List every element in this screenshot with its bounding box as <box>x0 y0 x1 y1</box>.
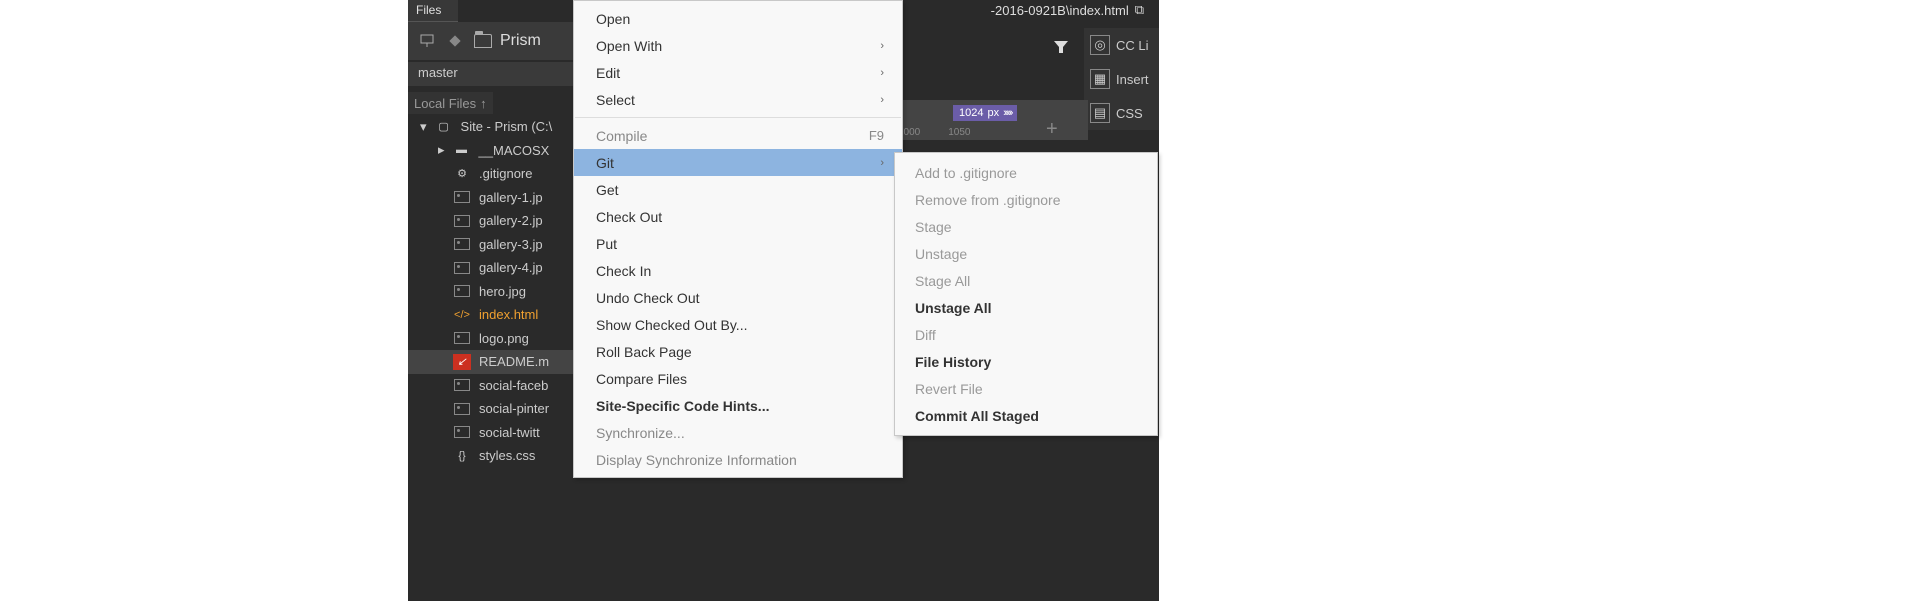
files-toolbar: Prism <box>408 22 573 60</box>
image-icon <box>453 377 471 393</box>
git-stage[interactable]: Stage <box>895 213 1157 240</box>
diamond-icon[interactable] <box>444 30 466 52</box>
chevron-right-icon: ▸ <box>438 142 445 158</box>
chevron-right-icon: › <box>880 67 884 79</box>
tree-file[interactable]: gallery-1.jp <box>408 186 573 210</box>
tree-file[interactable]: gallery-3.jp <box>408 233 573 257</box>
tree-file[interactable]: logo.png <box>408 327 573 351</box>
separator <box>575 117 901 118</box>
image-icon <box>453 213 471 229</box>
image-icon <box>453 330 471 346</box>
cm-edit[interactable]: Edit› <box>574 59 902 86</box>
site-name: Prism <box>500 32 541 50</box>
cm-undo-check-out[interactable]: Undo Check Out <box>574 284 902 311</box>
tree-file[interactable]: ⚙.gitignore <box>408 162 573 186</box>
cm-check-in[interactable]: Check In <box>574 257 902 284</box>
chevron-down-icon: ▾ <box>420 119 427 135</box>
git-submenu: Add to .gitignore Remove from .gitignore… <box>894 152 1158 436</box>
add-breakpoint-icon[interactable]: + <box>1046 118 1058 141</box>
image-icon <box>453 401 471 417</box>
insert-icon: ▦ <box>1090 69 1110 89</box>
image-icon <box>453 283 471 299</box>
cm-compile[interactable]: CompileF9 <box>574 122 902 149</box>
tree-file[interactable]: {}styles.css <box>408 444 573 468</box>
cm-open[interactable]: Open <box>574 5 902 32</box>
folder-icon: ▬ <box>453 142 471 158</box>
right-panel: ◎CC Li ▦Insert ▤CSS <box>1084 28 1159 130</box>
cm-get[interactable]: Get <box>574 176 902 203</box>
cm-display-sync-info[interactable]: Display Synchronize Information <box>574 446 902 473</box>
git-revert-file[interactable]: Revert File <box>895 375 1157 402</box>
folder-icon <box>472 30 494 52</box>
right-panel-css[interactable]: ▤CSS <box>1084 96 1159 130</box>
local-files-header[interactable]: Local Files ↑ <box>408 92 493 114</box>
file-tree: ▾ ▢ Site - Prism (C:\ ▸ ▬ __MACOSX ⚙.git… <box>408 115 573 468</box>
tree-file[interactable]: gallery-4.jp <box>408 256 573 280</box>
css-panel-icon: ▤ <box>1090 103 1110 123</box>
cm-compare-files[interactable]: Compare Files <box>574 365 902 392</box>
gear-file-icon: ⚙ <box>453 166 471 182</box>
tree-folder-macosx[interactable]: ▸ ▬ __MACOSX <box>408 139 573 163</box>
ruler-ticks: 1000 1050 <box>898 127 971 138</box>
chevron-right-icon: › <box>880 157 884 169</box>
tree-file[interactable]: social-faceb <box>408 374 573 398</box>
image-icon <box>453 260 471 276</box>
cm-site-hints[interactable]: Site-Specific Code Hints... <box>574 392 902 419</box>
git-remove-ignore[interactable]: Remove from .gitignore <box>895 186 1157 213</box>
chevron-right-icon: › <box>880 94 884 106</box>
git-unstage-all[interactable]: Unstage All <box>895 294 1157 321</box>
tree-file[interactable]: social-twitt <box>408 421 573 445</box>
connect-icon[interactable] <box>416 30 438 52</box>
right-panel-insert[interactable]: ▦Insert <box>1084 62 1159 96</box>
markdown-icon: ↙ <box>453 354 471 370</box>
cm-select[interactable]: Select› <box>574 86 902 113</box>
tree-file-readme[interactable]: ↙README.m <box>408 350 573 374</box>
git-branch[interactable]: master <box>408 62 573 86</box>
breakpoint-indicator[interactable]: 1024 px ››››› <box>953 105 1017 121</box>
tree-site-root[interactable]: ▾ ▢ Site - Prism (C:\ <box>408 115 573 139</box>
filter-icon[interactable] <box>1052 38 1070 61</box>
git-file-history[interactable]: File History <box>895 348 1157 375</box>
files-panel-tab[interactable]: Files <box>408 0 458 22</box>
cm-put[interactable]: Put <box>574 230 902 257</box>
image-icon <box>453 189 471 205</box>
app-window: Files Prism master Local Files ↑ ▾ ▢ Sit… <box>408 0 1159 601</box>
git-add-ignore[interactable]: Add to .gitignore <box>895 159 1157 186</box>
document-path: -2016-0921B\index.html ⧉ <box>991 2 1144 18</box>
close-document-icon[interactable]: ⧉ <box>1135 2 1144 18</box>
git-commit-staged[interactable]: Commit All Staged <box>895 402 1157 429</box>
git-diff[interactable]: Diff <box>895 321 1157 348</box>
html-icon: </> <box>453 307 471 323</box>
cc-icon: ◎ <box>1090 35 1110 55</box>
cm-roll-back[interactable]: Roll Back Page <box>574 338 902 365</box>
cm-git[interactable]: Git› <box>574 149 902 176</box>
git-stage-all[interactable]: Stage All <box>895 267 1157 294</box>
tree-file[interactable]: gallery-2.jp <box>408 209 573 233</box>
chevron-right-icon: › <box>880 40 884 52</box>
cm-open-with[interactable]: Open With› <box>574 32 902 59</box>
image-icon <box>453 424 471 440</box>
cm-check-out[interactable]: Check Out <box>574 203 902 230</box>
cm-synchronize[interactable]: Synchronize... <box>574 419 902 446</box>
site-icon: ▢ <box>435 119 453 135</box>
chevrons-icon: ››››› <box>1003 107 1011 119</box>
tree-file[interactable]: hero.jpg <box>408 280 573 304</box>
sort-arrow-icon: ↑ <box>480 96 487 111</box>
css-icon: {} <box>453 448 471 464</box>
context-menu: Open Open With› Edit› Select› CompileF9 … <box>573 0 903 478</box>
right-panel-cclib[interactable]: ◎CC Li <box>1084 28 1159 62</box>
cm-show-checked-out[interactable]: Show Checked Out By... <box>574 311 902 338</box>
tree-file-index[interactable]: </>index.html <box>408 303 573 327</box>
tree-file[interactable]: social-pinter <box>408 397 573 421</box>
image-icon <box>453 236 471 252</box>
git-unstage[interactable]: Unstage <box>895 240 1157 267</box>
